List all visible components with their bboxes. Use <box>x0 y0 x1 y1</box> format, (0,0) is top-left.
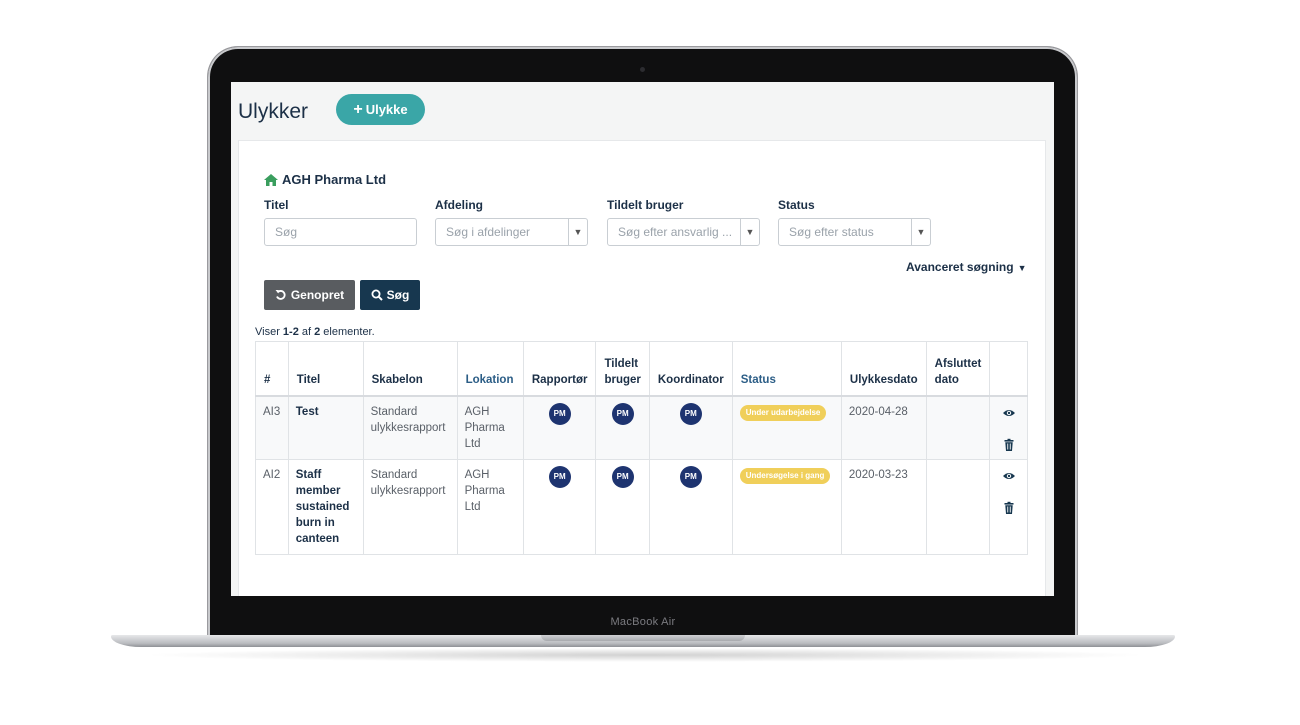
results-prefix: Viser <box>255 326 283 338</box>
advanced-search-label: Avanceret søgning <box>906 260 1014 274</box>
add-accident-button[interactable]: + Ulykke <box>336 94 425 125</box>
filter-label-titel: Titel <box>264 198 289 212</box>
search-button[interactable]: Søg <box>360 280 420 310</box>
avatar[interactable]: PM <box>548 466 571 488</box>
col-header-ulykkesdato[interactable]: Ulykkesdato <box>840 341 927 397</box>
trash-icon[interactable] <box>1002 438 1016 452</box>
reset-label: Genopret <box>290 288 345 302</box>
eye-icon[interactable] <box>1002 406 1016 420</box>
col-header-status[interactable]: Status <box>731 341 842 397</box>
avatar[interactable]: PM <box>679 466 702 488</box>
table-row[interactable]: AI2 Staff member sustained burn in cante… <box>255 459 1028 555</box>
advanced-search-toggle[interactable]: Avanceret søgning ▼ <box>906 260 1027 274</box>
cell-ulykkesdato: 2020-04-28 <box>840 395 927 460</box>
header-line: Afsluttet <box>934 358 982 370</box>
col-header-afsluttet-dato[interactable]: Afsluttet dato <box>925 341 991 397</box>
caret-down-icon: ▼ <box>1017 263 1027 273</box>
cell-tildelt: PM <box>595 459 650 555</box>
cell-afsluttet <box>925 459 991 555</box>
device-brand-label: MacBook Air <box>610 616 676 628</box>
header-line: bruger <box>604 374 641 386</box>
cell-afsluttet <box>925 395 991 460</box>
cell-lokation: AGH Pharma Ltd <box>456 395 524 460</box>
results-count: Viser 1-2 af 2 elementer. <box>255 326 375 338</box>
cell-skabelon: Standard ulykkesrapport <box>362 459 458 555</box>
cell-status: Undersøgelse i gang <box>731 459 842 555</box>
home-icon <box>264 173 278 186</box>
col-header-skabelon[interactable]: Skabelon <box>362 341 458 397</box>
tildelt-bruger-select[interactable]: Søg efter ansvarlig ... ▼ <box>607 218 760 246</box>
filter-label-status: Status <box>778 198 815 212</box>
cell-rapportor: PM <box>522 395 597 460</box>
search-icon <box>371 289 383 301</box>
tildelt-bruger-placeholder: Søg efter ansvarlig ... <box>618 225 733 239</box>
app-screen: Ulykker + Ulykke AGH Pharma Ltd Titel Af… <box>231 82 1054 596</box>
cell-actions <box>989 395 1028 460</box>
page-title: Ulykker <box>238 100 309 123</box>
laptop-notch <box>541 635 745 641</box>
caret-down-icon[interactable]: ▼ <box>568 219 587 245</box>
table-header-row: # Titel Skabelon Lokation Rapportør Tild… <box>255 341 1028 397</box>
cell-titel-link[interactable]: Test <box>287 395 364 460</box>
header-line: Tildelt <box>604 358 639 370</box>
filter-card: AGH Pharma Ltd Titel Afdeling Tildelt br… <box>238 140 1046 596</box>
cell-actions <box>989 459 1028 555</box>
organization-header: AGH Pharma Ltd <box>264 172 386 187</box>
caret-down-icon[interactable]: ▼ <box>911 219 930 245</box>
laptop-shadow <box>140 648 1150 662</box>
afdeling-placeholder: Søg i afdelinger <box>446 225 531 239</box>
table-row[interactable]: AI3 Test Standard ulykkesrapport AGH Pha… <box>255 395 1028 460</box>
avatar[interactable]: PM <box>611 403 634 425</box>
avatar[interactable]: PM <box>611 466 634 488</box>
camera-dot <box>640 67 645 72</box>
results-of: af <box>298 326 315 338</box>
trash-icon[interactable] <box>1002 501 1016 515</box>
header-line: dato <box>934 374 959 386</box>
afdeling-select[interactable]: Søg i afdelinger ▼ <box>435 218 588 246</box>
undo-icon <box>275 290 286 300</box>
avatar[interactable]: PM <box>679 403 702 425</box>
col-header-lokation[interactable]: Lokation <box>456 341 524 397</box>
add-accident-label: Ulykke <box>365 102 408 117</box>
cell-titel-link[interactable]: Staff member sustained burn in canteen <box>287 459 364 555</box>
search-label: Søg <box>386 288 410 302</box>
col-header-rapportor[interactable]: Rapportør <box>522 341 597 397</box>
cell-ulykkesdato: 2020-03-23 <box>840 459 927 555</box>
col-header-koordinator[interactable]: Koordinator <box>648 341 733 397</box>
plus-icon: + <box>353 100 363 118</box>
col-header-actions <box>989 341 1028 397</box>
cell-rapportor: PM <box>522 459 597 555</box>
cell-id: AI2 <box>255 459 289 555</box>
cell-lokation: AGH Pharma Ltd <box>456 459 524 555</box>
filter-label-afdeling: Afdeling <box>435 198 483 212</box>
results-suffix: elementer. <box>320 326 375 338</box>
accidents-table: # Titel Skabelon Lokation Rapportør Tild… <box>255 341 1028 555</box>
caret-down-icon[interactable]: ▼ <box>740 219 759 245</box>
status-badge: Undersøgelse i gang <box>739 468 831 484</box>
titel-placeholder: Søg <box>275 225 298 239</box>
organization-name: AGH Pharma Ltd <box>282 172 387 187</box>
titel-search-input[interactable]: Søg <box>264 218 417 246</box>
avatar[interactable]: PM <box>548 403 571 425</box>
cell-koordinator: PM <box>648 459 733 555</box>
col-header-num[interactable]: # <box>255 341 289 397</box>
cell-koordinator: PM <box>648 395 733 460</box>
cell-status: Under udarbejdelse <box>731 395 842 460</box>
filter-label-tildelt-bruger: Tildelt bruger <box>607 198 684 212</box>
results-range: 1-2 <box>282 326 299 338</box>
eye-icon[interactable] <box>1002 469 1016 483</box>
cell-id: AI3 <box>255 395 289 460</box>
status-select[interactable]: Søg efter status ▼ <box>778 218 931 246</box>
col-header-titel[interactable]: Titel <box>287 341 364 397</box>
status-placeholder: Søg efter status <box>789 225 874 239</box>
cell-tildelt: PM <box>595 395 650 460</box>
reset-button[interactable]: Genopret <box>264 280 355 310</box>
cell-skabelon: Standard ulykkesrapport <box>362 395 458 460</box>
col-header-tildelt-bruger[interactable]: Tildelt bruger <box>595 341 650 397</box>
status-badge: Under udarbejdelse <box>739 405 827 421</box>
